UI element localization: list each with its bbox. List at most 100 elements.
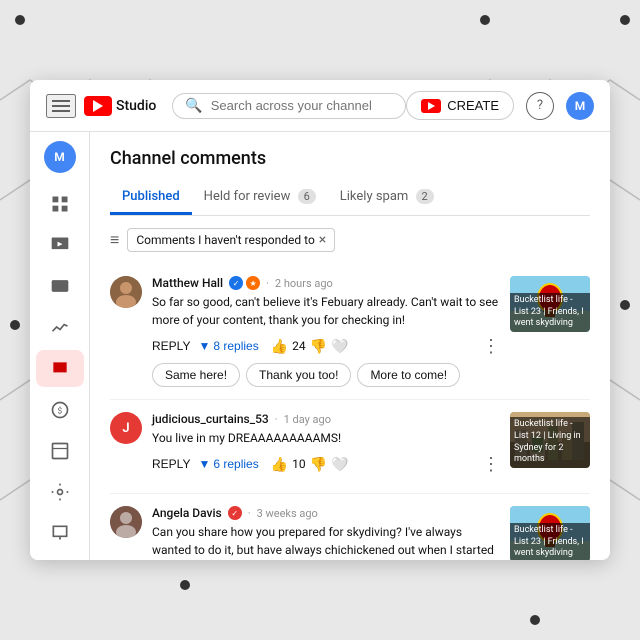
comment-2-text: You live in my DREAAAAAAAAAMS!: [152, 429, 500, 447]
comments-icon: [50, 359, 70, 379]
sidebar-item-feedback[interactable]: [36, 515, 84, 552]
comment-2-header: judicious_curtains_53 · 1 day ago: [152, 412, 500, 426]
comment-1-quick-replies: Same here! Thank you too! More to come!: [152, 363, 500, 387]
badge-member-icon: ✓: [229, 276, 243, 290]
main-content: Channel comments Published Held for revi…: [90, 132, 610, 560]
help-button[interactable]: ?: [526, 92, 554, 120]
account-avatar[interactable]: M: [566, 92, 594, 120]
create-label: CREATE: [447, 98, 499, 113]
comment-1-heart-btn[interactable]: 🤍: [331, 338, 348, 355]
comment-3-dot: ·: [248, 507, 251, 520]
comment-1-time: 2 hours ago: [275, 277, 333, 290]
logo: Studio: [84, 96, 156, 116]
sidebar-item-subtitles[interactable]: [36, 268, 84, 305]
tab-published[interactable]: Published: [110, 181, 192, 215]
comment-1-like-btn[interactable]: 👍: [271, 338, 288, 355]
comment-2-actions: REPLY ▼ 6 replies 👍 10 👎 🤍 ⋮: [152, 453, 500, 475]
channel-avatar: M: [44, 141, 76, 173]
comment-2-heart-btn[interactable]: 🤍: [331, 456, 348, 473]
comment-2-time: 1 day ago: [284, 413, 331, 426]
subtitles-icon: [50, 276, 70, 296]
content-area: M $: [30, 132, 610, 560]
comment-1-replies-btn[interactable]: ▼ 8 replies: [198, 339, 258, 353]
comment-item-1: Matthew Hall ✓ ★ · 2 hours ago So far so…: [110, 264, 590, 400]
monetization-icon: $: [50, 400, 70, 420]
held-badge: 6: [298, 189, 316, 204]
tab-spam[interactable]: Likely spam 2: [328, 181, 446, 215]
dashboard-icon: [50, 194, 70, 214]
create-video-icon: [421, 99, 441, 113]
comment-3-text: Can you share how you prepared for skydi…: [152, 523, 500, 560]
comment-1-reply-btn[interactable]: REPLY: [152, 335, 190, 357]
sidebar-item-monetization[interactable]: $: [36, 391, 84, 428]
badge-member2-icon: ✓: [228, 506, 242, 520]
comment-2-like-count: 10: [292, 457, 306, 471]
comment-2-reply-btn[interactable]: REPLY: [152, 453, 190, 475]
top-nav: Studio 🔍 CREATE ? M: [30, 80, 610, 132]
studio-label: Studio: [116, 98, 156, 114]
comment-1-more-btn[interactable]: ⋮: [482, 337, 500, 355]
sidebar: M $: [30, 132, 90, 560]
comment-2-dot: ·: [275, 413, 278, 426]
help-label: ?: [537, 98, 543, 113]
filter-chip-close[interactable]: ×: [319, 233, 326, 247]
quick-reply-thankyou[interactable]: Thank you too!: [246, 363, 351, 387]
comment-2-replies-btn[interactable]: ▼ 6 replies: [198, 457, 258, 471]
badge-super-icon: ★: [246, 276, 260, 290]
svg-text:$: $: [57, 405, 62, 416]
filter-icon: ≡: [110, 230, 119, 250]
comment-3-header: Angela Davis ✓ · 3 weeks ago: [152, 506, 500, 520]
comment-2-like-group: 👍 10 👎 🤍: [271, 456, 349, 473]
comment-1-avatar: [110, 276, 142, 308]
comment-2-dislike-btn[interactable]: 👎: [310, 456, 327, 473]
comment-3-thumbnail[interactable]: Bucketlist life - List 23 | Friends, I w…: [510, 506, 590, 560]
comment-2-like-btn[interactable]: 👍: [271, 456, 288, 473]
comment-1-like-count: 24: [292, 339, 306, 353]
main-window: Studio 🔍 CREATE ? M M: [30, 80, 610, 560]
comment-1-like-group: 👍 24 👎 🤍: [271, 338, 349, 355]
content-icon: [50, 235, 70, 255]
search-input[interactable]: [211, 98, 393, 113]
sidebar-item-customization[interactable]: [36, 432, 84, 469]
search-bar[interactable]: 🔍: [172, 93, 406, 119]
comment-1-thumbnail[interactable]: Bucketlist life - List 23 | Friends, I w…: [510, 276, 590, 332]
comment-2-thumbnail[interactable]: Bucketlist life - List 12 | Living in Sy…: [510, 412, 590, 468]
comment-3-author: Angela Davis: [152, 506, 222, 520]
comment-3-time: 3 weeks ago: [257, 507, 318, 520]
hamburger-button[interactable]: [46, 94, 76, 118]
quick-reply-more[interactable]: More to come!: [357, 363, 460, 387]
nav-right: CREATE ? M: [406, 91, 594, 120]
avatar-image-3: [110, 506, 142, 538]
create-button[interactable]: CREATE: [406, 91, 514, 120]
analytics-icon: [50, 317, 70, 337]
sidebar-item-content[interactable]: [36, 226, 84, 263]
customization-icon: [50, 441, 70, 461]
comment-1-header: Matthew Hall ✓ ★ · 2 hours ago: [152, 276, 500, 290]
comment-2-avatar: J: [110, 412, 142, 444]
comment-2-author: judicious_curtains_53: [152, 412, 269, 426]
sidebar-item-analytics[interactable]: [36, 309, 84, 346]
comment-1-text: So far so good, can't believe it's Febua…: [152, 293, 500, 329]
sidebar-item-avatar[interactable]: M: [36, 140, 84, 177]
avatar-initials: M: [575, 99, 586, 113]
comment-1-body: Matthew Hall ✓ ★ · 2 hours ago So far so…: [152, 276, 500, 387]
comment-3-body: Angela Davis ✓ · 3 weeks ago Can you sha…: [152, 506, 500, 560]
search-icon: 🔍: [185, 98, 202, 114]
sidebar-item-settings[interactable]: [36, 474, 84, 511]
comment-1-dislike-btn[interactable]: 👎: [310, 338, 327, 355]
quick-reply-same[interactable]: Same here!: [152, 363, 240, 387]
tab-held[interactable]: Held for review 6: [192, 181, 328, 215]
settings-icon: [50, 482, 70, 502]
comment-2-more-btn[interactable]: ⋮: [482, 455, 500, 473]
avatar-image-1: [110, 276, 142, 308]
filter-bar: ≡ Comments I haven't responded to ×: [110, 228, 590, 252]
sidebar-item-comments[interactable]: [36, 350, 84, 387]
sidebar-item-dashboard[interactable]: [36, 185, 84, 222]
comment-item-3: Angela Davis ✓ · 3 weeks ago Can you sha…: [110, 494, 590, 560]
comment-3-thumbnail-title: Bucketlist life - List 23 | Friends, I w…: [510, 523, 590, 560]
comment-item-2: J judicious_curtains_53 · 1 day ago You …: [110, 400, 590, 494]
comment-1-dot: ·: [266, 277, 269, 290]
comment-2-thumbnail-title: Bucketlist life - List 12 | Living in Sy…: [510, 417, 590, 468]
comment-1-badges: ✓ ★: [229, 276, 260, 290]
tabs-bar: Published Held for review 6 Likely spam …: [110, 181, 590, 216]
